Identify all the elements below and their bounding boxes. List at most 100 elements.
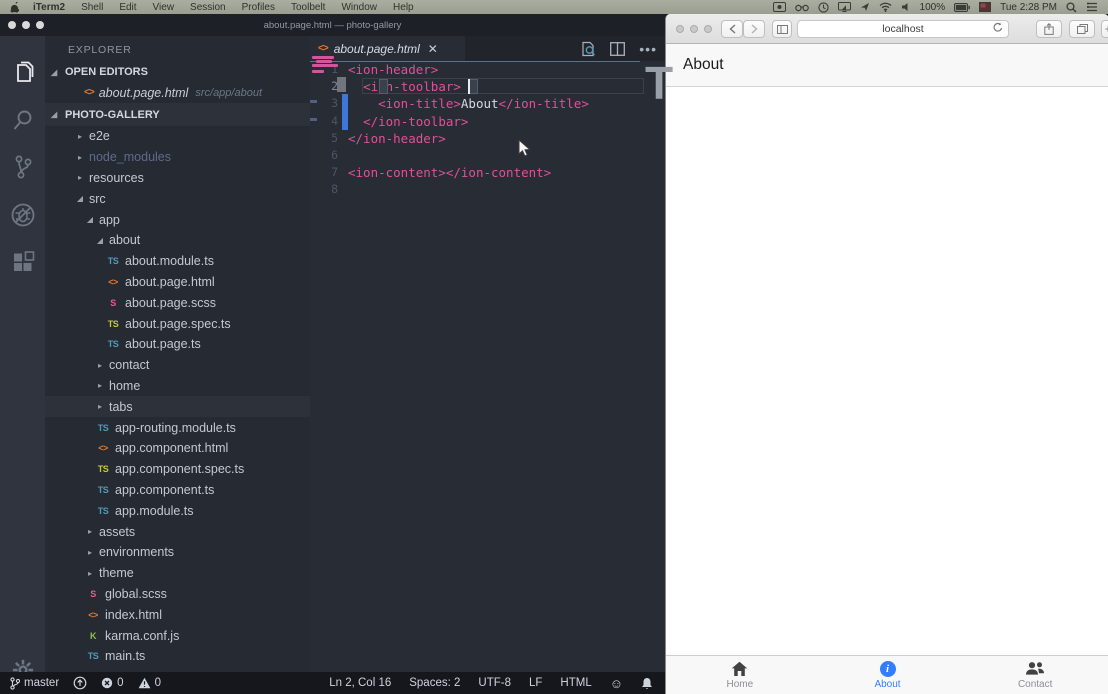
tab-home[interactable]: Home xyxy=(666,656,814,694)
tree-folder-assets[interactable]: ▸assets xyxy=(45,521,310,542)
glasses-icon[interactable] xyxy=(795,3,809,12)
split-editor-icon[interactable] xyxy=(610,42,625,56)
source-control-icon[interactable] xyxy=(0,147,45,187)
search-icon[interactable] xyxy=(0,100,45,140)
tree-folder-contact[interactable]: ▸contact xyxy=(45,355,310,376)
tree-file-app-component-ts[interactable]: TSapp.component.ts xyxy=(45,480,310,501)
code-line-6[interactable]: 6 xyxy=(310,147,665,164)
menu-item-iterm2[interactable]: iTerm2 xyxy=(25,2,73,13)
zoom-window-button[interactable] xyxy=(36,21,44,29)
extensions-icon[interactable] xyxy=(0,243,45,283)
open-editor-item[interactable]: <> about.page.html src/app/about xyxy=(45,82,310,103)
code-line-8[interactable]: 8 xyxy=(310,181,665,198)
tree-folder-about[interactable]: ◢about xyxy=(45,230,310,251)
close-tab-icon[interactable]: ✕ xyxy=(428,42,438,56)
editor-scrollbar[interactable] xyxy=(337,77,346,92)
minimize-window-button[interactable] xyxy=(22,21,30,29)
clock-icon[interactable] xyxy=(818,2,829,13)
publish-changes-button[interactable] xyxy=(73,676,87,690)
code-line-2[interactable]: 2 <ion-toolbar> xyxy=(310,78,665,95)
back-button[interactable] xyxy=(721,20,743,38)
tree-file-app-component-spec-ts[interactable]: TSapp.component.spec.ts xyxy=(45,459,310,480)
code-editor[interactable]: 1<ion-header>2 <ion-toolbar>3 <ion-title… xyxy=(310,61,665,672)
minimize-window-button[interactable] xyxy=(690,25,698,33)
project-section-header[interactable]: ◢ PHOTO-GALLERY xyxy=(45,103,310,126)
sidebar-toggle-button[interactable] xyxy=(772,20,792,38)
tree-file-about-page-scss[interactable]: Sabout.page.scss xyxy=(45,292,310,313)
git-branch-indicator[interactable]: master xyxy=(10,677,59,690)
language-mode[interactable]: HTML xyxy=(560,677,591,689)
close-window-button[interactable] xyxy=(8,21,16,29)
menu-item-toolbelt[interactable]: Toolbelt xyxy=(283,2,333,13)
forward-button[interactable] xyxy=(743,20,765,38)
tree-folder-theme[interactable]: ▸theme xyxy=(45,563,310,584)
tree-file-about-page-html[interactable]: <>about.page.html xyxy=(45,272,310,293)
tree-file-app-routing-module-ts[interactable]: TSapp-routing.module.ts xyxy=(45,417,310,438)
tree-file-karma-conf-js[interactable]: Kkarma.conf.js xyxy=(45,625,310,646)
show-all-tabs-button[interactable] xyxy=(1069,20,1095,38)
code-line-1[interactable]: 1<ion-header> xyxy=(310,61,665,78)
menu-item-profiles[interactable]: Profiles xyxy=(234,2,283,13)
tree-folder-resources[interactable]: ▸resources xyxy=(45,168,310,189)
apple-menu-icon[interactable] xyxy=(0,2,25,13)
code-line-5[interactable]: 5</ion-header> xyxy=(310,130,665,147)
tree-file-app-module-ts[interactable]: TSapp.module.ts xyxy=(45,500,310,521)
tree-folder-node-modules[interactable]: ▸node_modules xyxy=(45,147,310,168)
open-editors-header[interactable]: ◢ OPEN EDITORS xyxy=(45,62,310,82)
explorer-icon[interactable] xyxy=(0,54,45,94)
volume-icon[interactable] xyxy=(901,2,911,12)
debug-icon[interactable] xyxy=(0,195,45,235)
encoding[interactable]: UTF-8 xyxy=(478,677,511,689)
tree-file-about-module-ts[interactable]: TSabout.module.ts xyxy=(45,251,310,272)
tree-file-global-scss[interactable]: Sglobal.scss xyxy=(45,584,310,605)
vscode-titlebar[interactable]: about.page.html — photo-gallery xyxy=(0,14,665,36)
indentation[interactable]: Spaces: 2 xyxy=(409,677,460,689)
feedback-smiley-icon[interactable]: ☺ xyxy=(610,676,623,691)
tree-file-app-component-html[interactable]: <>app.component.html xyxy=(45,438,310,459)
menubar-clock[interactable]: Tue 2:28 PM xyxy=(1000,2,1057,13)
tree-file-index-html[interactable]: <>index.html xyxy=(45,604,310,625)
screen-record-icon[interactable] xyxy=(773,2,786,12)
warnings-indicator[interactable]: 0 xyxy=(138,677,161,689)
code-line-7[interactable]: 7<ion-content></ion-content> xyxy=(310,164,665,181)
new-tab-button[interactable]: + xyxy=(1101,20,1108,38)
tree-folder-tabs[interactable]: ▸tabs xyxy=(45,396,310,417)
open-preview-icon[interactable] xyxy=(580,41,596,57)
menu-item-help[interactable]: Help xyxy=(385,2,422,13)
menu-item-view[interactable]: View xyxy=(145,2,183,13)
display-icon[interactable] xyxy=(838,2,851,12)
code-line-3[interactable]: 3 <ion-title>About</ion-title> xyxy=(310,95,665,112)
spotlight-search-icon[interactable] xyxy=(1066,2,1077,13)
reload-icon[interactable] xyxy=(993,20,1003,38)
vscode-traffic-lights[interactable] xyxy=(8,21,44,29)
menu-item-shell[interactable]: Shell xyxy=(73,2,111,13)
cursor-position[interactable]: Ln 2, Col 16 xyxy=(329,677,391,689)
notification-center-icon[interactable] xyxy=(1086,2,1098,12)
notifications-bell-icon[interactable] xyxy=(641,677,653,690)
tree-folder-app[interactable]: ◢app xyxy=(45,209,310,230)
zoom-window-button[interactable] xyxy=(704,25,712,33)
errors-indicator[interactable]: 0 xyxy=(101,677,123,689)
tree-file-about-page-ts[interactable]: TSabout.page.ts xyxy=(45,334,310,355)
tree-file-main-ts[interactable]: TSmain.ts xyxy=(45,646,310,667)
location-icon[interactable] xyxy=(860,2,870,12)
address-bar[interactable]: localhost xyxy=(797,20,1009,38)
safari-traffic-lights[interactable] xyxy=(676,25,712,33)
tab-contact[interactable]: Contact xyxy=(961,656,1108,694)
tab-about[interactable]: iAbout xyxy=(814,656,962,694)
close-window-button[interactable] xyxy=(676,25,684,33)
code-line-4[interactable]: 4 </ion-toolbar> xyxy=(310,113,665,130)
menu-item-session[interactable]: Session xyxy=(182,2,234,13)
tree-file-about-page-spec-ts[interactable]: TSabout.page.spec.ts xyxy=(45,313,310,334)
share-button[interactable] xyxy=(1036,20,1062,38)
tree-folder-e2e[interactable]: ▸e2e xyxy=(45,126,310,147)
tree-folder-home[interactable]: ▸home xyxy=(45,376,310,397)
battery-icon[interactable] xyxy=(954,3,970,12)
eol-type[interactable]: LF xyxy=(529,677,542,689)
menu-item-window[interactable]: Window xyxy=(333,2,385,13)
tree-folder-environments[interactable]: ▸environments xyxy=(45,542,310,563)
tree-folder-src[interactable]: ◢src xyxy=(45,188,310,209)
wifi-icon[interactable] xyxy=(879,2,892,12)
input-source-flag-icon[interactable] xyxy=(979,2,991,12)
menu-item-edit[interactable]: Edit xyxy=(111,2,144,13)
